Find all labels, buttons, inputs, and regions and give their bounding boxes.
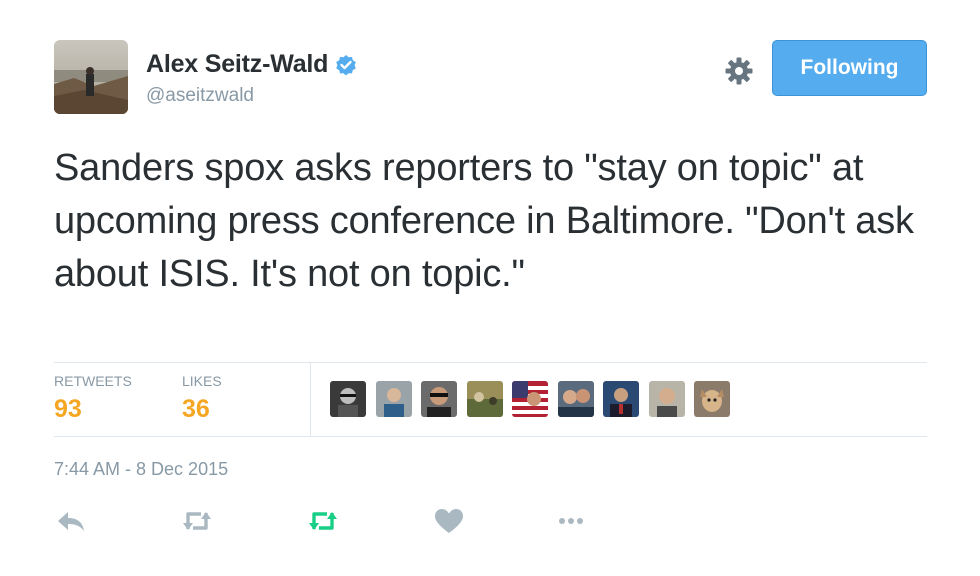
tweet-text: Sanders spox asks reporters to "stay on … (54, 147, 914, 295)
likes-stat[interactable]: LIKES 36 (182, 373, 222, 424)
liker-avatar[interactable] (512, 381, 548, 417)
tweet-stats: RETWEETS 93 LIKES 36 (54, 362, 927, 437)
verified-badge-icon (336, 54, 357, 75)
reply-icon[interactable] (54, 505, 88, 537)
avatar[interactable] (54, 40, 128, 114)
user-name[interactable]: Alex Seitz-Wald (146, 50, 328, 79)
user-info: Alex Seitz-Wald @aseitzwald (146, 50, 358, 107)
user-handle[interactable]: @aseitzwald (146, 85, 358, 107)
like-icon[interactable] (432, 505, 466, 537)
name-row: Alex Seitz-Wald (146, 50, 358, 79)
tweet-actions (54, 505, 614, 537)
liker-avatar[interactable] (557, 381, 594, 417)
liker-avatar[interactable] (421, 381, 457, 417)
gear-icon[interactable] (724, 56, 754, 86)
liker-avatar[interactable] (466, 381, 503, 417)
retweets-stat[interactable]: RETWEETS 93 (54, 373, 132, 424)
liker-avatar[interactable] (375, 381, 412, 417)
liker-avatar[interactable] (694, 381, 730, 417)
tweet-timestamp[interactable]: 7:44 AM - 8 Dec 2015 (54, 459, 228, 480)
stats-divider (310, 363, 311, 436)
likes-label: LIKES (182, 373, 222, 389)
retweet-icon[interactable] (180, 505, 214, 537)
liker-avatar[interactable] (330, 381, 366, 417)
avatar-photo (54, 40, 128, 114)
liker-avatar[interactable] (648, 381, 685, 417)
more-icon[interactable] (554, 505, 588, 537)
likes-count: 36 (182, 395, 210, 423)
following-button[interactable]: Following (772, 40, 927, 96)
liker-avatar[interactable] (603, 381, 639, 417)
retweets-count: 93 (54, 395, 82, 423)
retweets-label: RETWEETS (54, 373, 132, 389)
liker-avatars (330, 381, 740, 417)
retweet-done-icon[interactable] (306, 505, 340, 537)
